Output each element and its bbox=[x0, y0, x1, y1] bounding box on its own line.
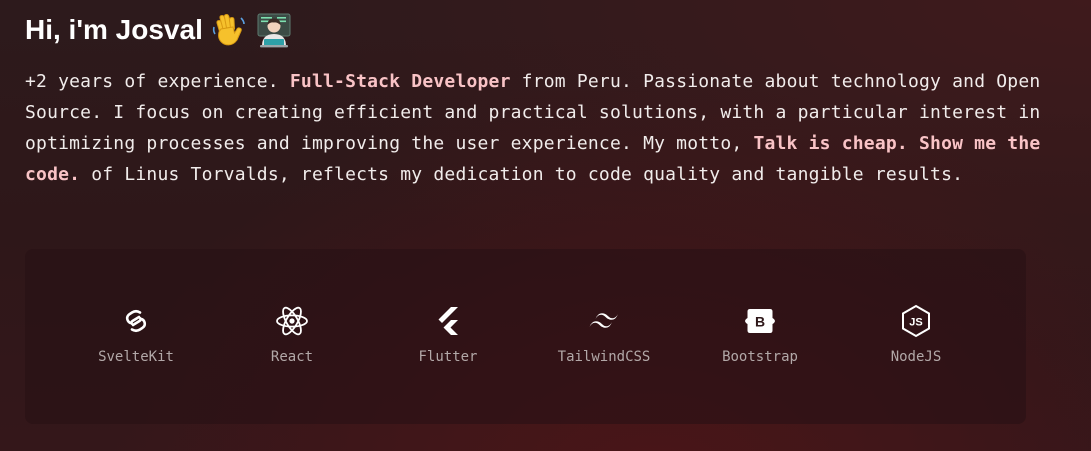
bio-paragraph: +2 years of experience. Full-Stack Devel… bbox=[25, 66, 1065, 190]
tech-label: TailwindCSS bbox=[557, 349, 651, 365]
tech-stack-panel: SvelteKit React Flutter TailwindCSS B Bo… bbox=[25, 249, 1026, 424]
bio-closing: of Linus Torvalds, reflects my dedicatio… bbox=[80, 164, 964, 185]
tech-item-nodejs: JS NodeJS bbox=[851, 303, 981, 365]
tailwindcss-icon bbox=[586, 303, 622, 339]
svg-text:JS: JS bbox=[909, 317, 922, 329]
react-icon bbox=[274, 303, 310, 339]
tech-item-bootstrap: B Bootstrap bbox=[695, 303, 825, 365]
bootstrap-icon: B bbox=[742, 303, 778, 339]
tech-item-tailwindcss: TailwindCSS bbox=[539, 303, 669, 365]
svg-text:B: B bbox=[755, 314, 765, 330]
tech-label: Flutter bbox=[418, 349, 478, 365]
tech-item-sveltekit: SvelteKit bbox=[71, 303, 201, 365]
flutter-icon bbox=[430, 303, 466, 339]
tech-item-react: React bbox=[227, 303, 357, 365]
waving-hand-icon bbox=[211, 12, 247, 48]
greeting-text: Hi, i'm Josval bbox=[25, 14, 203, 45]
bio-role-highlight: Full-Stack Developer bbox=[289, 71, 511, 92]
page-title: Hi, i'm Josval bbox=[25, 10, 293, 50]
tech-label: SvelteKit bbox=[98, 349, 174, 365]
nodejs-icon: JS bbox=[898, 303, 934, 339]
bio-intro: +2 years of experience. bbox=[25, 71, 290, 92]
svelte-icon bbox=[118, 303, 154, 339]
tech-label: Bootstrap bbox=[722, 349, 798, 365]
tech-label: NodeJS bbox=[890, 349, 942, 365]
tech-label: React bbox=[270, 349, 314, 365]
tech-item-flutter: Flutter bbox=[383, 303, 513, 365]
technologist-icon bbox=[255, 12, 293, 48]
